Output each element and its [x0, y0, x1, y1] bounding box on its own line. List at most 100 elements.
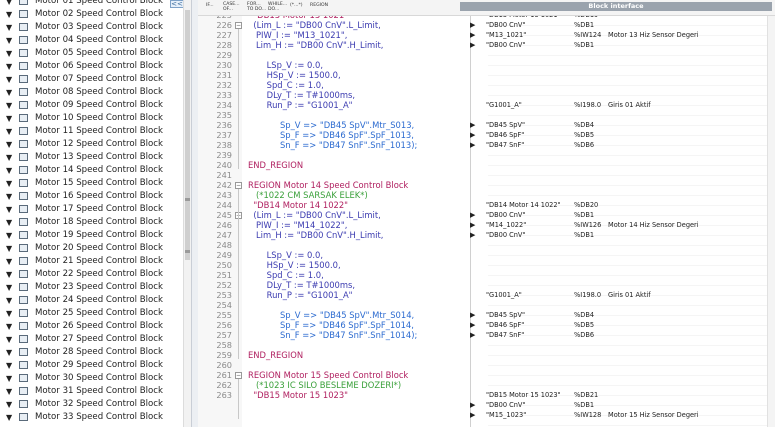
- code-line[interactable]: HSp_V := 1500.0,: [248, 70, 341, 80]
- toolbar-button[interactable]: WHILE... DO...: [268, 2, 288, 12]
- code-line[interactable]: Sp_F => "DB46 SpF".SpF_1013,: [248, 130, 414, 140]
- expand-arrow-icon[interactable]: ▼: [6, 218, 12, 228]
- expand-arrow-icon[interactable]: ▼: [6, 257, 12, 267]
- code-area[interactable]: 225 "DB13 Motor 13 1021"226− (Lim_L := "…: [198, 16, 775, 427]
- tree-item[interactable]: ▼ Motor 33 Speed Control Block: [0, 411, 183, 424]
- fold-toggle-icon[interactable]: −: [235, 372, 242, 379]
- code-line[interactable]: Run_P := "G1001_A": [248, 290, 353, 300]
- tree-item[interactable]: ▼ Motor 17 Speed Control Block: [0, 203, 183, 216]
- expand-arrow-icon[interactable]: ▼: [6, 101, 12, 111]
- expand-arrow-icon[interactable]: ▼: [6, 244, 12, 254]
- tree-item[interactable]: ▼ Motor 24 Speed Control Block: [0, 294, 183, 307]
- code-line[interactable]: Lim_H := "DB00 CnV".H_Limit,: [248, 230, 383, 240]
- toolbar-button[interactable]: CASE... OF...: [223, 2, 243, 12]
- expand-arrow-icon[interactable]: ▼: [6, 283, 12, 293]
- tree-item[interactable]: ▼ Motor 28 Speed Control Block: [0, 346, 183, 359]
- code-line[interactable]: HSp_V := 1500.0,: [248, 260, 341, 270]
- tree-item[interactable]: ▼ Motor 06 Speed Control Block: [0, 60, 183, 73]
- block-interface-header[interactable]: Block interface: [460, 2, 772, 11]
- tree-item[interactable]: ▼ Motor 13 Speed Control Block: [0, 151, 183, 164]
- code-line[interactable]: END_REGION: [248, 350, 303, 360]
- expand-arrow-icon[interactable]: ▼: [6, 413, 12, 423]
- tree-item[interactable]: ▼ Motor 31 Speed Control Block: [0, 385, 183, 398]
- tree-item[interactable]: ▼ Motor 19 Speed Control Block: [0, 229, 183, 242]
- expand-arrow-icon[interactable]: ▼: [6, 231, 12, 241]
- tree-item[interactable]: ▼ Motor 07 Speed Control Block: [0, 73, 183, 86]
- tree-item[interactable]: ▼ Motor 15 Speed Control Block: [0, 177, 183, 190]
- tree-scrollbar[interactable]: [183, 0, 191, 427]
- tree-item[interactable]: ▼ Motor 05 Speed Control Block: [0, 47, 183, 60]
- editor-scrollbar[interactable]: [767, 16, 775, 427]
- code-line[interactable]: PIW_I := "M13_1021",: [248, 30, 347, 40]
- tree-item[interactable]: ▼ Motor 29 Speed Control Block: [0, 359, 183, 372]
- tree-item[interactable]: ▼ Motor 14 Speed Control Block: [0, 164, 183, 177]
- tree-item[interactable]: ▼ Motor 26 Speed Control Block: [0, 320, 183, 333]
- tree-item[interactable]: ▼ Motor 23 Speed Control Block: [0, 281, 183, 294]
- tree-item[interactable]: ▼ Motor 03 Speed Control Block: [0, 21, 183, 34]
- code-line[interactable]: Lim_H := "DB00 CnV".H_Limit,: [248, 40, 383, 50]
- expand-arrow-icon[interactable]: ▼: [6, 296, 12, 306]
- tree-item[interactable]: ▼ Motor 02 Speed Control Block: [0, 8, 183, 21]
- expand-arrow-icon[interactable]: ▼: [6, 361, 12, 371]
- code-line[interactable]: PIW_I := "M14_1022",: [248, 220, 347, 230]
- fold-toggle-icon[interactable]: −: [235, 22, 242, 29]
- tree-item[interactable]: ▼ Motor 32 Speed Control Block: [0, 398, 183, 411]
- code-line[interactable]: LSp_V := 0.0,: [248, 250, 323, 260]
- expand-arrow-icon[interactable]: ▼: [6, 270, 12, 280]
- code-line[interactable]: Sp_F => "DB46 SpF".SpF_1014,: [248, 320, 414, 330]
- expand-arrow-icon[interactable]: ▼: [6, 348, 12, 358]
- tree-item[interactable]: ▼ Motor 21 Speed Control Block: [0, 255, 183, 268]
- expand-arrow-icon[interactable]: ▼: [6, 140, 12, 150]
- toolbar-button[interactable]: FOR... TO DO...: [247, 2, 267, 12]
- expand-arrow-icon[interactable]: ▼: [6, 374, 12, 384]
- expand-arrow-icon[interactable]: ▼: [6, 75, 12, 85]
- code-line[interactable]: REGION Motor 14 Speed Control Block: [248, 180, 408, 190]
- tree-item[interactable]: ▼ Motor 09 Speed Control Block: [0, 99, 183, 112]
- expand-arrow-icon[interactable]: ▼: [6, 400, 12, 410]
- code-line[interactable]: Sn_F => "DB47 SnF".SnF_1013);: [248, 140, 417, 150]
- code-line[interactable]: Sn_F => "DB47 SnF".SnF_1014);: [248, 330, 417, 340]
- expand-arrow-icon[interactable]: ▼: [6, 179, 12, 189]
- code-line[interactable]: Sp_V => "DB45 SpV".Mtr_S014,: [248, 310, 414, 320]
- tree-item[interactable]: ▼ Motor 04 Speed Control Block: [0, 34, 183, 47]
- expand-arrow-icon[interactable]: ▼: [6, 153, 12, 163]
- code-line[interactable]: (*1022 CM SARSAK ELEK*): [248, 190, 368, 200]
- expand-arrow-icon[interactable]: ▼: [6, 127, 12, 137]
- code-line[interactable]: "DB15 Motor 15 1023": [248, 390, 348, 400]
- expand-arrow-icon[interactable]: ▼: [6, 62, 12, 72]
- expand-arrow-icon[interactable]: ▼: [6, 322, 12, 332]
- code-line[interactable]: END_REGION: [248, 160, 303, 170]
- code-line[interactable]: REGION Motor 15 Speed Control Block: [248, 370, 408, 380]
- tree-item[interactable]: ▼ Motor 30 Speed Control Block: [0, 372, 183, 385]
- tree-item[interactable]: ▼ Motor 22 Speed Control Block: [0, 268, 183, 281]
- code-line[interactable]: (Lim_L := "DB00 CnV".L_Limit,: [248, 20, 381, 30]
- expand-arrow-icon[interactable]: ▼: [6, 0, 12, 7]
- code-line[interactable]: Run_P := "G1001_A": [248, 100, 353, 110]
- tree-item[interactable]: ▼ Motor 10 Speed Control Block: [0, 112, 183, 125]
- tree-item[interactable]: ▼ Motor 16 Speed Control Block: [0, 190, 183, 203]
- expand-arrow-icon[interactable]: ▼: [6, 335, 12, 345]
- toolbar-button[interactable]: (*...*): [290, 3, 310, 8]
- expand-arrow-icon[interactable]: ▼: [6, 49, 12, 59]
- expand-arrow-icon[interactable]: ▼: [6, 23, 12, 33]
- panel-splitter[interactable]: [191, 0, 198, 427]
- tree-item[interactable]: ▼ Motor 01 Speed Control Block: [0, 0, 183, 8]
- expand-arrow-icon[interactable]: ▼: [6, 166, 12, 176]
- code-line[interactable]: (*1023 IC SILO BESLEME DOZERI*): [248, 380, 401, 390]
- fold-toggle-icon[interactable]: −: [235, 182, 242, 189]
- tree-scrollbar-thumb[interactable]: [185, 10, 190, 260]
- code-line[interactable]: DLy_T := T#1000ms,: [248, 280, 355, 290]
- code-line[interactable]: Spd_C := 1.0,: [248, 80, 324, 90]
- expand-arrow-icon[interactable]: ▼: [6, 36, 12, 46]
- collapse-tree-button[interactable]: <<: [170, 0, 184, 8]
- expand-arrow-icon[interactable]: ▼: [6, 114, 12, 124]
- code-line[interactable]: Sp_V => "DB45 SpV".Mtr_S013,: [248, 120, 414, 130]
- tree-item[interactable]: ▼ Motor 27 Speed Control Block: [0, 333, 183, 346]
- tree-item[interactable]: ▼ Motor 12 Speed Control Block: [0, 138, 183, 151]
- tree-item[interactable]: ▼ Motor 25 Speed Control Block: [0, 307, 183, 320]
- toolbar-button[interactable]: REGION: [310, 3, 330, 8]
- expand-arrow-icon[interactable]: ▼: [6, 387, 12, 397]
- expand-arrow-icon[interactable]: ▼: [6, 10, 12, 20]
- tree-item[interactable]: ▼ Motor 11 Speed Control Block: [0, 125, 183, 138]
- code-line[interactable]: (Lim_L := "DB00 CnV".L_Limit,: [248, 210, 381, 220]
